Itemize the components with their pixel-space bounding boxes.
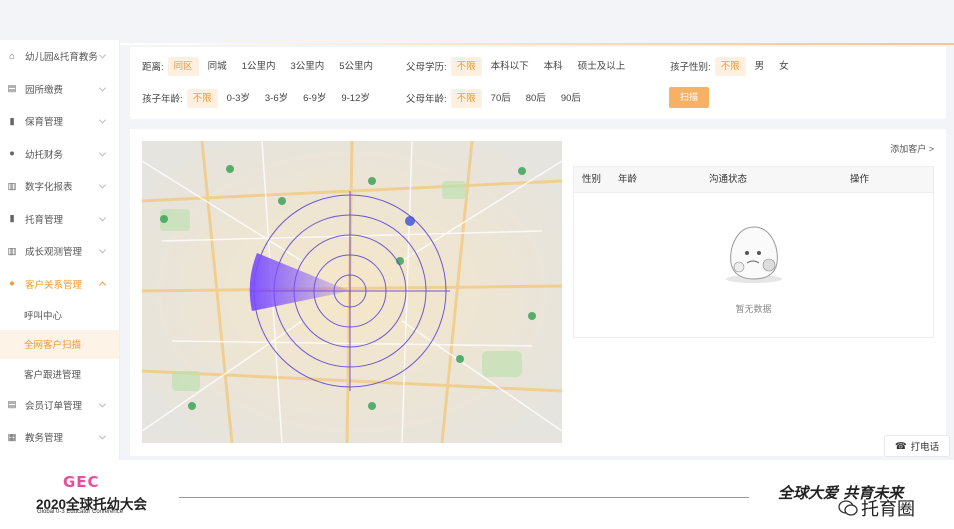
filter-option[interactable]: 6-9岁 [297,89,332,108]
filter-option[interactable]: 90后 [555,89,587,108]
conference-subtitle: Global 0-3 Educator Conference [37,509,124,515]
watermark-text: 托育圈 [861,499,915,519]
user-icon: ● [9,278,15,290]
filter-option[interactable]: 3-6岁 [259,89,294,108]
empty-state-illustration [574,223,933,288]
sidebar-sub-followup[interactable]: 客户跟进管理 [0,359,119,389]
watermark: 托育圈 [838,495,915,521]
home-icon: ⌂ [9,50,15,62]
sidebar-sub-call-center[interactable]: 呼叫中心 [0,300,119,330]
chevron-up-icon [98,281,107,289]
chevron-down-icon [98,400,107,408]
scan-button[interactable]: 扫描 [669,87,709,108]
filter-option[interactable]: 不限 [450,88,482,108]
sidebar-item-reports[interactable]: ▥ 数字化报表 [0,170,119,203]
filter-child-gender: 孩子性别: 不限 男 女 [670,56,798,76]
chevron-down-icon [98,181,107,189]
sidebar-item-label: 园所缴费 [25,84,64,96]
chevron-down-icon [98,51,107,59]
call-button-label: 打电话 [910,442,940,453]
chevron-down-icon [98,246,107,254]
sidebar-item-growth[interactable]: ▥ 成长观测管理 [0,235,119,268]
sidebar-item-orders[interactable]: ▤ 会员订单管理 [0,389,119,422]
sidebar-item-payment[interactable]: ▤ 园所缴费 [0,73,119,106]
radar-map[interactable] [142,141,562,443]
sidebar-sub-customer-scan[interactable]: 全网客户扫描 [0,329,119,359]
clipboard-icon: ▮ [9,115,15,127]
sidebar-item-label: 会员订单管理 [25,400,83,412]
sidebar-item-academic[interactable]: ▦ 教务管理 [0,421,119,454]
filter-option[interactable]: 女 [773,57,795,76]
empty-state-text: 暂无数据 [735,304,772,314]
sidebar-item-label: 数字化报表 [25,182,73,194]
filter-option[interactable]: 不限 [714,56,746,76]
grid-icon: ▦ [7,431,17,443]
clipboard-icon: ▮ [9,213,15,225]
sidebar-item-care[interactable]: ▮ 保育管理 [0,105,119,138]
sidebar-item-label: 成长观测管理 [25,247,83,259]
sidebar-item-nursery[interactable]: ▮ 托育管理 [0,203,119,236]
filter-option[interactable]: 9-12岁 [335,89,376,108]
footer-divider [179,497,749,498]
sidebar-item-label: 客户关系管理 [25,279,83,291]
scan-results-panel: 添加客户 > 性别 年龄 沟通状态 操作 暂无数据 [130,129,946,456]
gec-logo: GEC [63,473,100,491]
sidebar-item-crm[interactable]: ● 客户关系管理 [0,268,119,301]
card-icon: ▤ [7,399,17,411]
filter-option[interactable]: 3公里内 [284,57,330,76]
filter-parent-edu: 父母学历: 不限 本科以下 本科 硕士及以上 [406,56,634,76]
filter-option[interactable]: 本科 [538,57,569,76]
filter-option[interactable]: 硕士及以上 [572,57,632,76]
filter-parent-age: 父母年龄: 不限 70后 80后 90后 [406,88,590,108]
sidebar-item-finance[interactable]: ● 幼托财务 [0,138,119,171]
filter-label: 父母学历: [406,62,447,73]
column-header[interactable]: 操作 [850,167,869,193]
sidebar-item-label: 幼托财务 [25,149,64,161]
filter-option[interactable]: 1公里内 [236,57,282,76]
filter-option[interactable]: 不限 [186,88,218,108]
chevron-down-icon [98,432,107,440]
filter-label: 孩子年龄: [142,94,183,105]
filter-option[interactable]: 同城 [202,57,233,76]
sidebar-item-label: 保育管理 [25,117,64,129]
wechat-icon [838,500,858,516]
filter-option[interactable]: 男 [749,57,771,76]
filter-label: 距离: [142,62,164,73]
sidebar-item-label: 教务管理 [25,433,64,445]
add-customer-link[interactable]: 添加客户 > [890,142,934,155]
chevron-down-icon [98,116,107,124]
bar-chart-icon: ▥ [7,180,17,192]
sidebar-item-label: 幼儿园&托育教务 [25,52,98,64]
card-icon: ▤ [7,83,17,95]
sidebar-item-kindergarten[interactable]: ⌂ 幼儿园&托育教务 [0,40,119,73]
filter-panel: 距离: 同区 同城 1公里内 3公里内 5公里内 父母学历: 不限 本科以下 本… [130,47,946,119]
column-header[interactable]: 沟通状态 [709,167,747,193]
chevron-down-icon [98,214,107,222]
filter-option[interactable]: 不限 [450,56,482,76]
phone-icon: ☎ [894,440,907,452]
chevron-down-icon [98,149,107,157]
filter-option[interactable]: 本科以下 [485,57,535,76]
filter-label: 父母年龄: [406,94,447,105]
filter-option[interactable]: 同区 [167,56,199,76]
filter-option[interactable]: 5公里内 [333,57,379,76]
coin-icon: ● [9,148,15,160]
sidebar-item-label: 托育管理 [25,214,64,226]
map-canvas [142,141,562,443]
column-header[interactable]: 年龄 [618,167,637,193]
header-accent-line [120,43,954,45]
filter-child-age: 孩子年龄: 不限 0-3岁 3-6岁 6-9岁 9-12岁 [142,88,379,108]
filter-option[interactable]: 0-3岁 [221,89,256,108]
filter-option[interactable]: 80后 [520,89,552,108]
chevron-down-icon [98,84,107,92]
bar-chart-icon: ▥ [7,245,17,257]
filter-label: 孩子性别: [670,62,711,73]
filter-distance: 距离: 同区 同城 1公里内 3公里内 5公里内 [142,56,382,76]
filter-option[interactable]: 70后 [485,89,517,108]
column-header[interactable]: 性别 [582,167,601,193]
sidebar: ⌂ 幼儿园&托育教务 ▤ 园所缴费 ▮ 保育管理 ● 幼托财务 ▥ 数字化报表 ▮ 托育管理… [0,40,120,460]
table-header: 性别 年龄 沟通状态 操作 [574,167,933,193]
customer-table: 性别 年龄 沟通状态 操作 暂无数据 [573,166,934,338]
call-button[interactable]: ☎ 打电话 [884,435,950,457]
